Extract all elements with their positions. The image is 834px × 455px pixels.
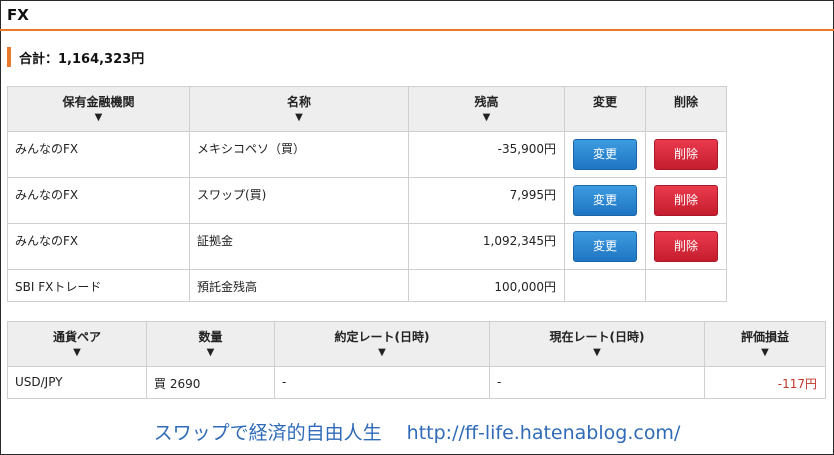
watermark-text: スワップで経済的自由人生 http://ff-life.hatenablog.c… (153, 422, 681, 444)
cell-edit (564, 269, 646, 302)
table-row: みんなのFX 証拠金 1,092,345円 変更 削除 (7, 223, 727, 270)
table-row: SBI FXトレード 預託金残高 100,000円 (7, 269, 727, 302)
sort-arrow-icon[interactable]: ▼ (8, 347, 146, 359)
cell-balance: 7,995円 (408, 177, 565, 224)
title-underline (0, 29, 834, 31)
sort-arrow-icon[interactable]: ▼ (409, 112, 564, 124)
table-row: USD/JPY 買 2690 - - -117円 (7, 366, 826, 399)
total-summary: 合計：1,164,323円 (7, 47, 144, 67)
header-delete: 削除 (645, 86, 727, 132)
cell-edit: 変更 (564, 177, 646, 224)
sort-arrow-icon[interactable]: ▼ (705, 347, 825, 359)
cell-name: メキシコペソ（買） (189, 131, 409, 178)
total-accent-bar (7, 47, 11, 67)
cell-institution: SBI FXトレード (7, 269, 190, 302)
header-entry-rate[interactable]: 約定レート(日時) ▼ (274, 321, 490, 367)
cell-edit: 変更 (564, 223, 646, 270)
cell-balance: 1,092,345円 (408, 223, 565, 270)
header-currency-pair[interactable]: 通貨ペア ▼ (7, 321, 147, 367)
cell-entry-rate: - (274, 366, 490, 399)
cell-delete: 削除 (645, 131, 727, 178)
cell-balance: -35,900円 (408, 131, 565, 178)
delete-button[interactable]: 削除 (654, 185, 718, 216)
cell-institution: みんなのFX (7, 131, 190, 178)
cell-name: 証拠金 (189, 223, 409, 270)
cell-quantity: 買 2690 (146, 366, 275, 399)
table-row: みんなのFX メキシコペソ（買） -35,900円 変更 削除 (7, 131, 727, 178)
cell-currency-pair: USD/JPY (7, 366, 147, 399)
header-quantity[interactable]: 数量 ▼ (146, 321, 275, 367)
header-current-rate[interactable]: 現在レート(日時) ▼ (489, 321, 705, 367)
cell-current-rate: - (489, 366, 705, 399)
edit-button[interactable]: 変更 (573, 139, 637, 170)
cell-delete: 削除 (645, 177, 727, 224)
cell-name: 預託金残高 (189, 269, 409, 302)
delete-button[interactable]: 削除 (654, 139, 718, 170)
sort-arrow-icon[interactable]: ▼ (8, 112, 189, 124)
positions-table: 通貨ペア ▼ 数量 ▼ 約定レート(日時) ▼ 現在レート(日時) ▼ 評価損益 ▼ US… (7, 321, 826, 399)
sort-arrow-icon[interactable]: ▼ (147, 347, 274, 359)
cell-edit: 変更 (564, 131, 646, 178)
sort-arrow-icon[interactable]: ▼ (490, 347, 704, 359)
cell-name: スワップ(買) (189, 177, 409, 224)
cell-pnl: -117円 (704, 366, 826, 399)
edit-button[interactable]: 変更 (573, 231, 637, 262)
sort-arrow-icon[interactable]: ▼ (190, 112, 408, 124)
cell-institution: みんなのFX (7, 223, 190, 270)
header-name[interactable]: 名称 ▼ (189, 86, 409, 132)
total-amount: 合計：1,164,323円 (19, 51, 145, 67)
section-title: FX (7, 6, 29, 24)
edit-button[interactable]: 変更 (573, 185, 637, 216)
header-edit: 変更 (564, 86, 646, 132)
table-row: みんなのFX スワップ(買) 7,995円 変更 削除 (7, 177, 727, 224)
delete-button[interactable]: 削除 (654, 231, 718, 262)
header-balance[interactable]: 残高 ▼ (408, 86, 565, 132)
cell-delete (645, 269, 727, 302)
accounts-table: 保有金融機関 ▼ 名称 ▼ 残高 ▼ 変更 削除 みんなのFX メキシコペソ（買） -… (7, 86, 727, 302)
header-institution[interactable]: 保有金融機関 ▼ (7, 86, 190, 132)
cell-institution: みんなのFX (7, 177, 190, 224)
cell-balance: 100,000円 (408, 269, 565, 302)
sort-arrow-icon[interactable]: ▼ (275, 347, 489, 359)
header-pnl[interactable]: 評価損益 ▼ (704, 321, 826, 367)
cell-delete: 削除 (645, 223, 727, 270)
